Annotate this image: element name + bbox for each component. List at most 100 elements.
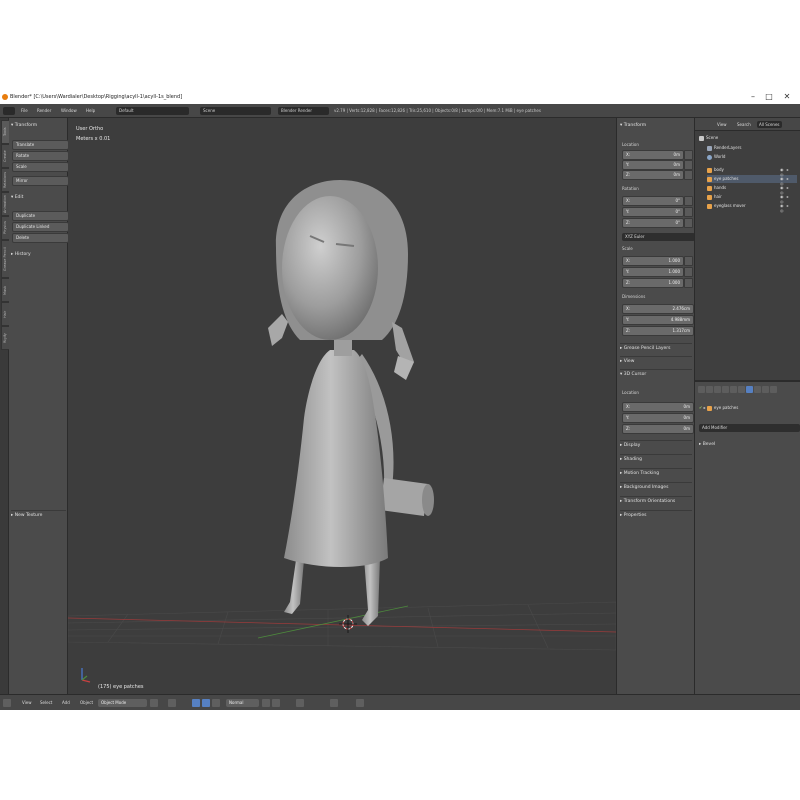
- layout-selector[interactable]: Default: [116, 107, 189, 115]
- menu-render[interactable]: Render: [37, 104, 51, 118]
- visibility-toggle-icons[interactable]: ◉ ▸ ◎: [780, 194, 796, 204]
- n-transform-header[interactable]: ▾ Transform: [620, 122, 692, 130]
- lock-icon[interactable]: [684, 218, 693, 228]
- manipulator-toggle-icon[interactable]: [192, 699, 200, 707]
- rotate-manipulator-icon[interactable]: [212, 699, 220, 707]
- menu-file[interactable]: File: [21, 104, 28, 118]
- scale-z-field[interactable]: Z: 1.000: [622, 278, 684, 288]
- translate-manipulator-icon[interactable]: [202, 699, 210, 707]
- snap-element-icon[interactable]: [330, 699, 338, 707]
- new-texture-panel-header[interactable]: ▸ New Texture: [11, 510, 66, 520]
- outliner-row-world[interactable]: World: [707, 153, 725, 161]
- modifiers-tab-icon[interactable]: [746, 386, 753, 393]
- menu-add[interactable]: Add: [62, 695, 70, 711]
- transform-orientation-selector[interactable]: Normal: [226, 699, 259, 707]
- lock-icon[interactable]: [684, 256, 693, 266]
- rotation-x-field[interactable]: X: 0°: [622, 196, 684, 206]
- location-x-field[interactable]: X: 0m: [622, 150, 684, 160]
- shading-panel-header[interactable]: ▸ Shading: [620, 454, 692, 464]
- transform-orientations-panel-header[interactable]: ▸ Transform Orientations: [620, 496, 692, 506]
- history-panel-header[interactable]: ▸ History: [11, 250, 66, 259]
- cursor-y-field[interactable]: Y: 0m: [622, 413, 694, 423]
- visibility-toggle-icons[interactable]: ◉ ▸ ◎: [780, 185, 796, 195]
- lock-icon[interactable]: [684, 170, 693, 180]
- mode-selector[interactable]: Object Mode: [98, 699, 147, 707]
- mirror-button[interactable]: Mirror: [12, 176, 69, 186]
- lock-icon[interactable]: [684, 207, 693, 217]
- properties-panel-header[interactable]: ▸ Properties: [620, 510, 692, 520]
- lock-icon[interactable]: [684, 267, 693, 277]
- display-panel-header[interactable]: ▸ Display: [620, 440, 692, 450]
- outliner-view-menu[interactable]: View: [715, 121, 729, 128]
- visibility-toggle-icons[interactable]: ◉ ▸ ◎: [780, 176, 796, 186]
- transform-panel-header[interactable]: ▾ Transform: [11, 121, 66, 130]
- dimensions-y-field[interactable]: Y: 4.988mm: [622, 315, 694, 325]
- world-tab-icon[interactable]: [722, 386, 729, 393]
- menu-object[interactable]: Object: [80, 695, 93, 711]
- bevel-panel-header[interactable]: ▸ Bevel: [699, 440, 771, 449]
- viewport-shading-icon[interactable]: [150, 699, 158, 707]
- layer-button-icon[interactable]: [262, 699, 270, 707]
- layers-tab-icon[interactable]: [706, 386, 713, 393]
- rotate-button[interactable]: Rotate: [12, 151, 69, 161]
- rotation-y-field[interactable]: Y: 0°: [622, 207, 684, 217]
- scene-selector[interactable]: Scene: [200, 107, 271, 115]
- menu-view[interactable]: View: [22, 695, 32, 711]
- background-images-panel-header[interactable]: ▸ Background Images: [620, 482, 692, 492]
- dimensions-z-field[interactable]: Z: 1.317cm: [622, 326, 694, 336]
- menu-window[interactable]: Window: [61, 104, 77, 118]
- scale-button[interactable]: Scale: [12, 162, 69, 172]
- constraints-tab-icon[interactable]: [738, 386, 745, 393]
- scale-x-field[interactable]: X: 1.000: [622, 256, 684, 266]
- visibility-toggle-icons[interactable]: ◉ ▸ ◎: [780, 167, 796, 177]
- render-engine-selector[interactable]: Blender Render: [278, 107, 329, 115]
- editor-type-icon[interactable]: [3, 699, 11, 707]
- maximize-button[interactable]: □: [760, 90, 778, 104]
- dimensions-x-field[interactable]: X: 2.476cm: [622, 304, 694, 314]
- edit-panel-header[interactable]: ▾ Edit: [11, 193, 66, 202]
- data-tab-icon[interactable]: [754, 386, 761, 393]
- location-z-field[interactable]: Z: 0m: [622, 170, 684, 180]
- cursor-x-field[interactable]: X: 0m: [622, 402, 694, 412]
- location-y-field[interactable]: Y: 0m: [622, 160, 684, 170]
- outliner-search-menu[interactable]: Search: [735, 121, 753, 128]
- 3d-cursor-panel-header[interactable]: ▾ 3D Cursor: [620, 369, 692, 379]
- scene-tab-icon[interactable]: [714, 386, 721, 393]
- lock-icon[interactable]: [684, 278, 693, 288]
- lock-icon[interactable]: [684, 160, 693, 170]
- duplicate-button[interactable]: Duplicate: [12, 211, 69, 221]
- outliner-row-scene[interactable]: Scene: [699, 134, 718, 142]
- 3d-viewport[interactable]: User Ortho Meters x 0.01 (175) eye patch…: [68, 118, 616, 694]
- axis-label: Z:: [626, 280, 631, 285]
- menu-select[interactable]: Select: [40, 695, 52, 711]
- texture-tab-icon[interactable]: [770, 386, 777, 393]
- object-tab-icon[interactable]: [730, 386, 737, 393]
- pivot-point-icon[interactable]: [168, 699, 176, 707]
- field-value: 0m: [673, 152, 680, 157]
- menu-help[interactable]: Help: [86, 104, 95, 118]
- material-tab-icon[interactable]: [762, 386, 769, 393]
- visibility-toggle-icons[interactable]: ◉ ▸ ◎: [780, 203, 796, 213]
- translate-button[interactable]: Translate: [12, 140, 69, 150]
- layer-button-icon[interactable]: [272, 699, 280, 707]
- view-panel-header[interactable]: ▸ View: [620, 356, 692, 366]
- outliner-display-mode[interactable]: All Scenes: [757, 121, 782, 128]
- motion-tracking-panel-header[interactable]: ▸ Motion Tracking: [620, 468, 692, 478]
- add-modifier-dropdown[interactable]: Add Modifier: [699, 424, 800, 432]
- close-button[interactable]: ✕: [778, 90, 796, 104]
- rotation-z-field[interactable]: Z: 0°: [622, 218, 684, 228]
- lock-icon[interactable]: [684, 196, 693, 206]
- scale-y-field[interactable]: Y: 1.000: [622, 267, 684, 277]
- render-preview-icon[interactable]: [356, 699, 364, 707]
- rotation-mode-dropdown[interactable]: XYZ Euler: [622, 233, 695, 241]
- outliner-row-renderlayers[interactable]: RenderLayers: [707, 144, 741, 152]
- snap-toggle-icon[interactable]: [296, 699, 304, 707]
- duplicate-linked-button[interactable]: Duplicate Linked: [12, 222, 69, 232]
- delete-button[interactable]: Delete: [12, 233, 69, 243]
- background-images-label: Background Images: [623, 485, 669, 490]
- lock-icon[interactable]: [684, 150, 693, 160]
- editor-type-icon[interactable]: [3, 107, 15, 115]
- cursor-z-field[interactable]: Z: 0m: [622, 424, 694, 434]
- render-tab-icon[interactable]: [698, 386, 705, 393]
- grease-pencil-layers-header[interactable]: ▸ Grease Pencil Layers: [620, 343, 692, 353]
